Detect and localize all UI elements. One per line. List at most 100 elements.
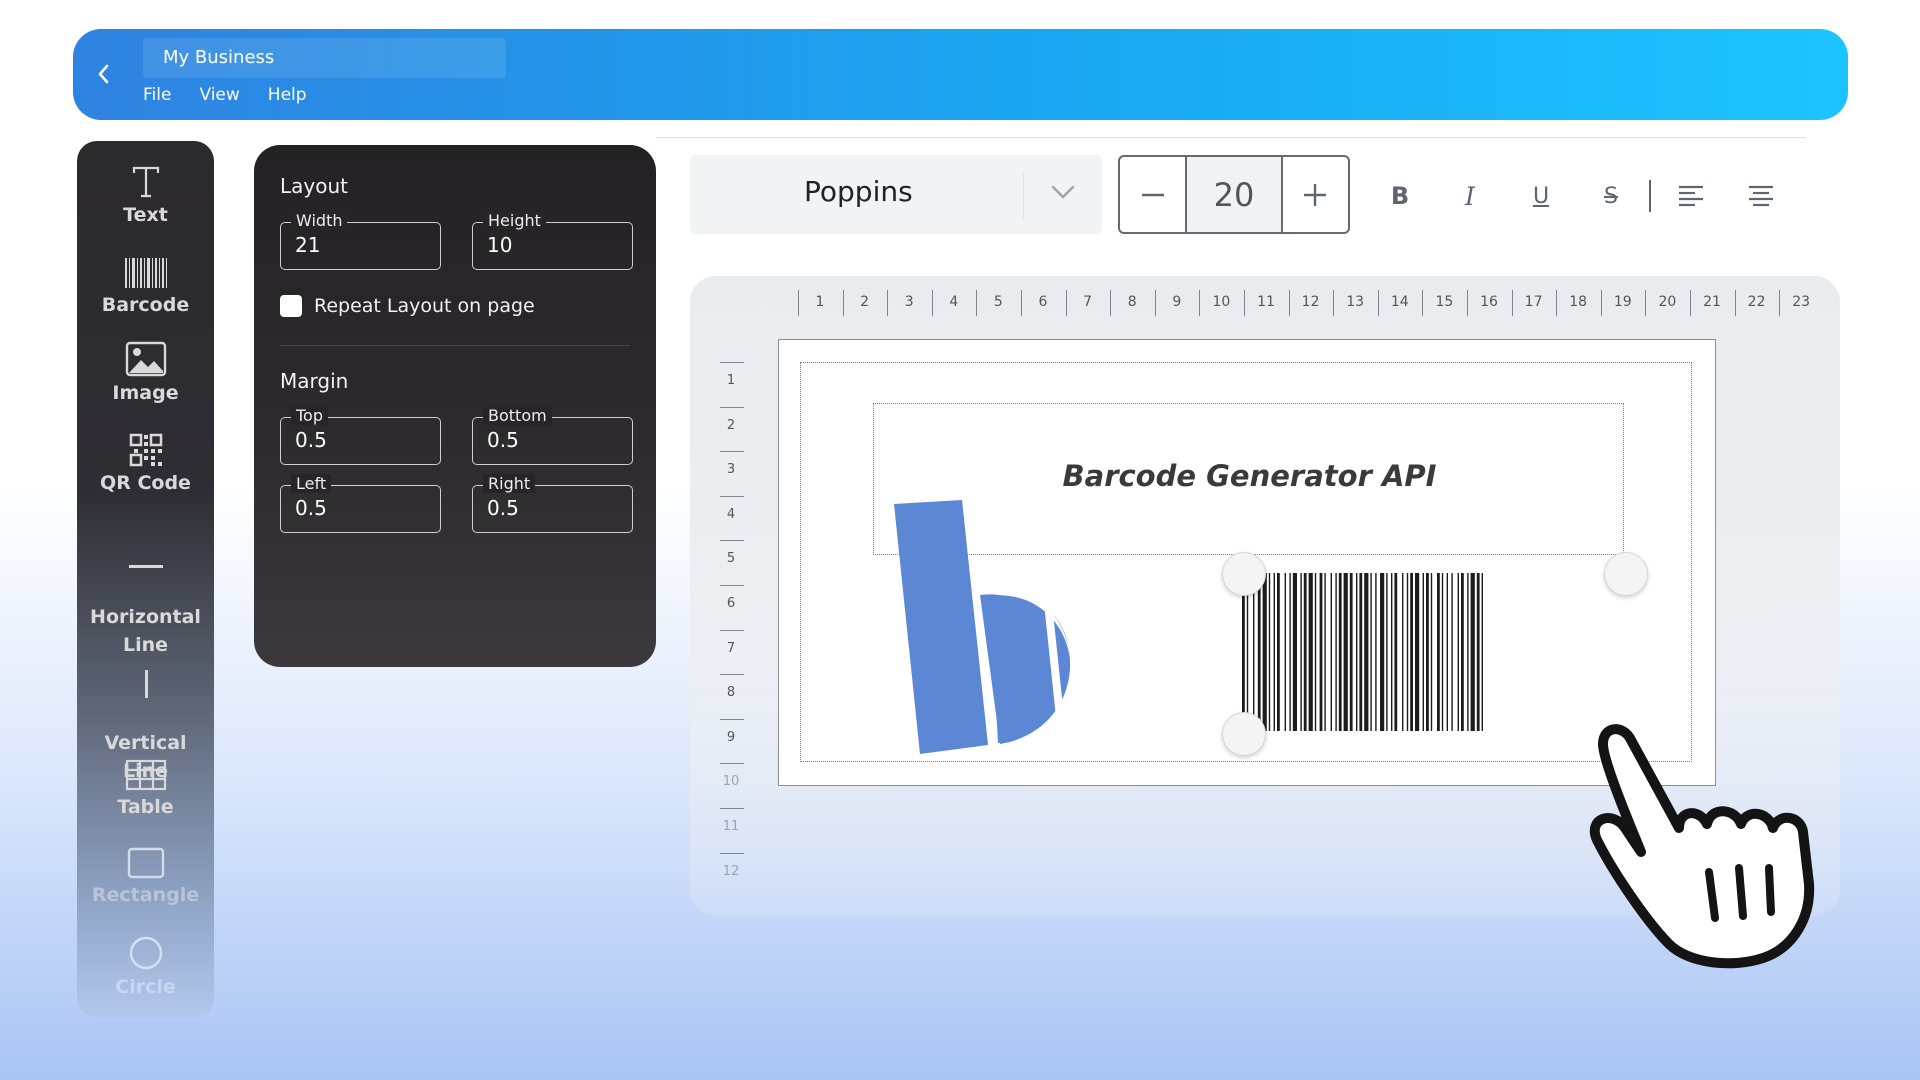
resize-handle-top-right[interactable] bbox=[1604, 552, 1648, 596]
margin-left-field[interactable]: Left bbox=[280, 474, 441, 533]
italic-icon: I bbox=[1465, 181, 1475, 211]
repeat-layout-option[interactable]: Repeat Layout on page bbox=[280, 295, 535, 317]
ruler-tick bbox=[887, 290, 889, 316]
tool-label: QR Code bbox=[100, 472, 191, 494]
margin-right-input[interactable] bbox=[487, 496, 622, 520]
barcode-bar bbox=[1410, 573, 1413, 731]
resize-handle-bottom-left[interactable] bbox=[1222, 712, 1266, 756]
table-icon bbox=[125, 759, 166, 791]
menu-file[interactable]: File bbox=[143, 85, 171, 105]
margin-top-label: Top bbox=[291, 406, 328, 425]
barcode-bar bbox=[1284, 573, 1286, 731]
ruler-number: 14 bbox=[1390, 294, 1409, 310]
barcode-bar bbox=[1457, 573, 1459, 731]
ruler-tick bbox=[1065, 290, 1067, 316]
app-header: My Business File View Help bbox=[73, 29, 1848, 120]
ruler-tick bbox=[720, 585, 744, 586]
align-center-button[interactable] bbox=[1741, 178, 1781, 214]
tool-text[interactable]: Text bbox=[77, 165, 214, 229]
menu-help[interactable]: Help bbox=[268, 85, 307, 105]
resize-handle-top-left[interactable] bbox=[1222, 552, 1266, 596]
margin-top-input[interactable] bbox=[295, 428, 430, 452]
ruler-number: 6 bbox=[726, 596, 736, 611]
tool-horizontal-line[interactable]: Horizontal Line bbox=[77, 531, 214, 659]
barcode-bar bbox=[1349, 573, 1353, 731]
align-left-button[interactable] bbox=[1671, 178, 1711, 214]
margin-bottom-field[interactable]: Bottom bbox=[472, 406, 633, 465]
qr-code-icon bbox=[129, 433, 162, 467]
barcode-bar bbox=[1253, 573, 1255, 731]
ruler-number: 22 bbox=[1747, 294, 1766, 310]
chevron-down-icon[interactable] bbox=[1050, 183, 1076, 201]
tool-barcode[interactable]: Barcode bbox=[77, 257, 214, 319]
font-family-select[interactable]: Poppins bbox=[690, 155, 1102, 234]
barcode-bar bbox=[1394, 573, 1398, 731]
italic-button[interactable]: I bbox=[1450, 178, 1490, 214]
decrease-size-button[interactable] bbox=[1120, 157, 1185, 232]
ruler-number: 20 bbox=[1658, 294, 1677, 310]
tool-image[interactable]: Image bbox=[77, 341, 214, 407]
barcode-bar bbox=[1268, 573, 1271, 731]
logo-image-element[interactable] bbox=[890, 500, 1100, 760]
height-input[interactable] bbox=[487, 233, 622, 257]
ruler-number: 18 bbox=[1569, 294, 1588, 310]
tool-circle[interactable]: Circle bbox=[77, 935, 214, 1001]
margin-left-input[interactable] bbox=[295, 496, 430, 520]
chevron-left-icon bbox=[98, 64, 109, 84]
ruler-tick bbox=[720, 852, 744, 854]
ruler-tick bbox=[1422, 290, 1424, 316]
ruler-number: 21 bbox=[1703, 294, 1721, 310]
ruler-tick bbox=[1467, 290, 1468, 316]
bold-icon: B bbox=[1390, 182, 1410, 210]
barcode-bar bbox=[1481, 573, 1483, 731]
barcode-bar bbox=[1330, 573, 1332, 731]
ruler-tick bbox=[976, 290, 978, 316]
menu-view[interactable]: View bbox=[199, 85, 239, 105]
ruler-tick bbox=[720, 406, 744, 408]
document-title-input[interactable]: My Business bbox=[143, 38, 506, 78]
rectangle-icon bbox=[127, 847, 164, 879]
toolbar-top-rule bbox=[656, 137, 1806, 138]
barcode-bar bbox=[1277, 573, 1280, 731]
ruler-tick bbox=[1154, 290, 1156, 316]
font-family-value: Poppins bbox=[804, 175, 913, 208]
font-select-separator bbox=[1023, 171, 1024, 219]
ruler-number: 2 bbox=[726, 417, 736, 433]
tool-table[interactable]: Table bbox=[77, 759, 214, 821]
width-field[interactable]: Width bbox=[280, 211, 441, 270]
barcode-bar bbox=[1319, 573, 1323, 731]
barcode-element[interactable] bbox=[1240, 573, 1630, 731]
width-input[interactable] bbox=[295, 233, 430, 257]
barcode-bar bbox=[1422, 573, 1424, 731]
bold-button[interactable]: B bbox=[1380, 178, 1420, 214]
barcode-bar bbox=[1451, 573, 1453, 731]
ruler-tick bbox=[1779, 290, 1781, 316]
margin-right-field[interactable]: Right bbox=[472, 474, 633, 533]
underline-button[interactable]: U bbox=[1521, 178, 1561, 214]
ruler-tick bbox=[720, 718, 744, 720]
tools-sidebar: Text Barcode Image QR Code Horizontal Li… bbox=[77, 141, 214, 1018]
back-button[interactable] bbox=[89, 59, 119, 89]
barcode-bar bbox=[1343, 573, 1348, 731]
tool-qr-code[interactable]: QR Code bbox=[77, 433, 214, 497]
font-size-input[interactable]: 20 bbox=[1185, 157, 1283, 232]
repeat-layout-checkbox[interactable] bbox=[280, 295, 302, 317]
increase-size-button[interactable] bbox=[1283, 157, 1348, 232]
ruler-number: 9 bbox=[726, 729, 736, 745]
image-icon bbox=[125, 341, 166, 377]
margin-bottom-input[interactable] bbox=[487, 428, 622, 452]
ruler-number: 10 bbox=[722, 774, 740, 790]
ruler-number: 1 bbox=[815, 294, 825, 310]
barcode-bar bbox=[1467, 573, 1469, 731]
ruler-tick bbox=[720, 495, 744, 497]
strikethrough-button[interactable]: S bbox=[1591, 178, 1631, 214]
height-field[interactable]: Height bbox=[472, 211, 633, 270]
barcode-bar bbox=[1242, 573, 1245, 731]
ruler-tick bbox=[1021, 290, 1022, 316]
ruler-tick bbox=[1110, 290, 1112, 316]
margin-top-field[interactable]: Top bbox=[280, 406, 441, 465]
vertical-line-icon bbox=[144, 670, 148, 698]
barcode-bar bbox=[1324, 573, 1326, 731]
tool-rectangle[interactable]: Rectangle bbox=[77, 847, 214, 909]
align-center-icon bbox=[1749, 185, 1773, 207]
